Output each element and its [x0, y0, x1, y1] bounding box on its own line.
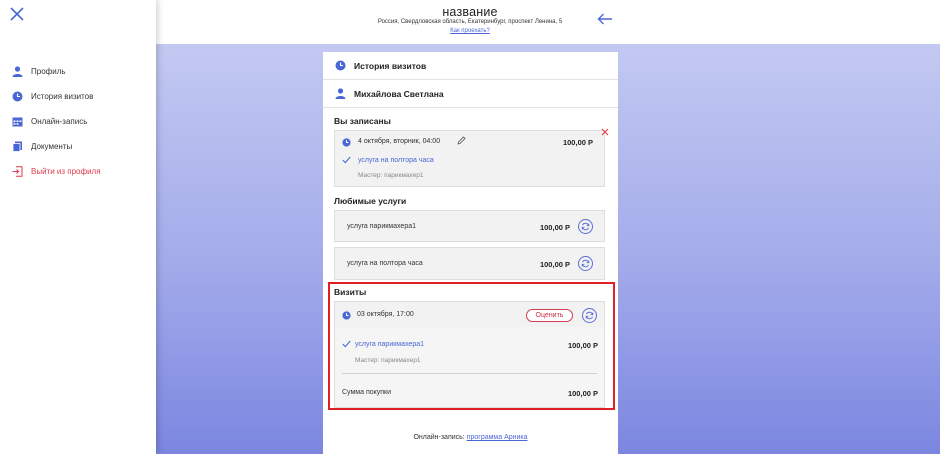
directions-link[interactable]: Как проехать? — [156, 28, 784, 34]
sidebar-item-label: Выйти из профиля — [31, 167, 101, 176]
favorites-title: Любимые услуги — [334, 196, 407, 206]
calendar-icon — [11, 116, 23, 128]
sidebar-item-history[interactable]: История визитов — [11, 84, 101, 109]
clock-icon — [11, 91, 23, 103]
page-header: название Россия, Свердловская область, Е… — [156, 0, 940, 44]
page-title: название — [442, 5, 498, 19]
clock-icon — [335, 60, 346, 71]
clock-icon — [342, 138, 351, 147]
footer-prefix: Онлайн-запись: — [413, 434, 465, 441]
sidebar-item-profile[interactable]: Профиль — [11, 59, 101, 84]
booked-datetime: 4 октября, вторник, 04:00 — [358, 138, 441, 145]
sidebar-nav: Профиль История визитов Онлайн-запись До… — [11, 59, 101, 184]
address-text: Россия, Свердловская область, Екатеринбу… — [377, 19, 563, 25]
edit-pencil-icon[interactable] — [457, 136, 466, 145]
favorite-price: 100,00 Р — [539, 223, 570, 232]
user-icon — [335, 88, 346, 99]
back-arrow-icon[interactable] — [597, 13, 613, 25]
sidebar-item-documents[interactable]: Документы — [11, 134, 101, 159]
repeat-icon[interactable] — [578, 256, 593, 271]
repeat-icon[interactable] — [578, 219, 593, 234]
sidebar: Профиль История визитов Онлайн-запись До… — [0, 0, 156, 454]
favorite-item[interactable]: услуга на полтора часа 100,00 Р — [334, 247, 605, 280]
sidebar-item-label: Документы — [31, 142, 73, 151]
history-label: История визитов — [354, 60, 427, 71]
user-row[interactable]: Михайлова Светлана — [323, 80, 618, 108]
sidebar-item-booking[interactable]: Онлайн-запись — [11, 109, 101, 134]
documents-icon — [11, 141, 23, 153]
favorite-name: услуга на полтора часа — [347, 260, 423, 267]
footer-booking: Онлайн-запись: программа Арника — [323, 434, 618, 441]
booked-title: Вы записаны — [334, 116, 391, 126]
visits-highlight-frame — [328, 282, 615, 410]
sidebar-item-label: Онлайн-запись — [31, 117, 88, 126]
booked-master: Мастер: парикмахер1 — [358, 172, 424, 179]
booked-service[interactable]: услуга на полтора часа — [358, 157, 434, 164]
arnika-link[interactable]: программа Арника — [467, 434, 528, 441]
sidebar-item-label: История визитов — [31, 92, 94, 101]
cancel-booking-icon[interactable] — [601, 128, 609, 136]
user-name: Михайлова Светлана — [354, 88, 444, 99]
history-row[interactable]: История визитов — [323, 52, 618, 80]
sidebar-item-label: Профиль — [31, 67, 66, 76]
favorite-name: услуга парикмахера1 — [347, 223, 416, 230]
user-icon — [11, 66, 23, 78]
favorite-item[interactable]: услуга парикмахера1 100,00 Р — [334, 210, 605, 242]
close-icon[interactable] — [10, 7, 24, 21]
favorite-price: 100,00 Р — [539, 260, 570, 269]
booked-appointment: 4 октября, вторник, 04:00 100,00 Р услуг… — [334, 130, 605, 187]
check-icon — [342, 156, 351, 164]
booked-price: 100,00 Р — [562, 138, 593, 147]
logout-icon — [11, 166, 23, 178]
sidebar-item-logout[interactable]: Выйти из профиля — [11, 159, 101, 184]
